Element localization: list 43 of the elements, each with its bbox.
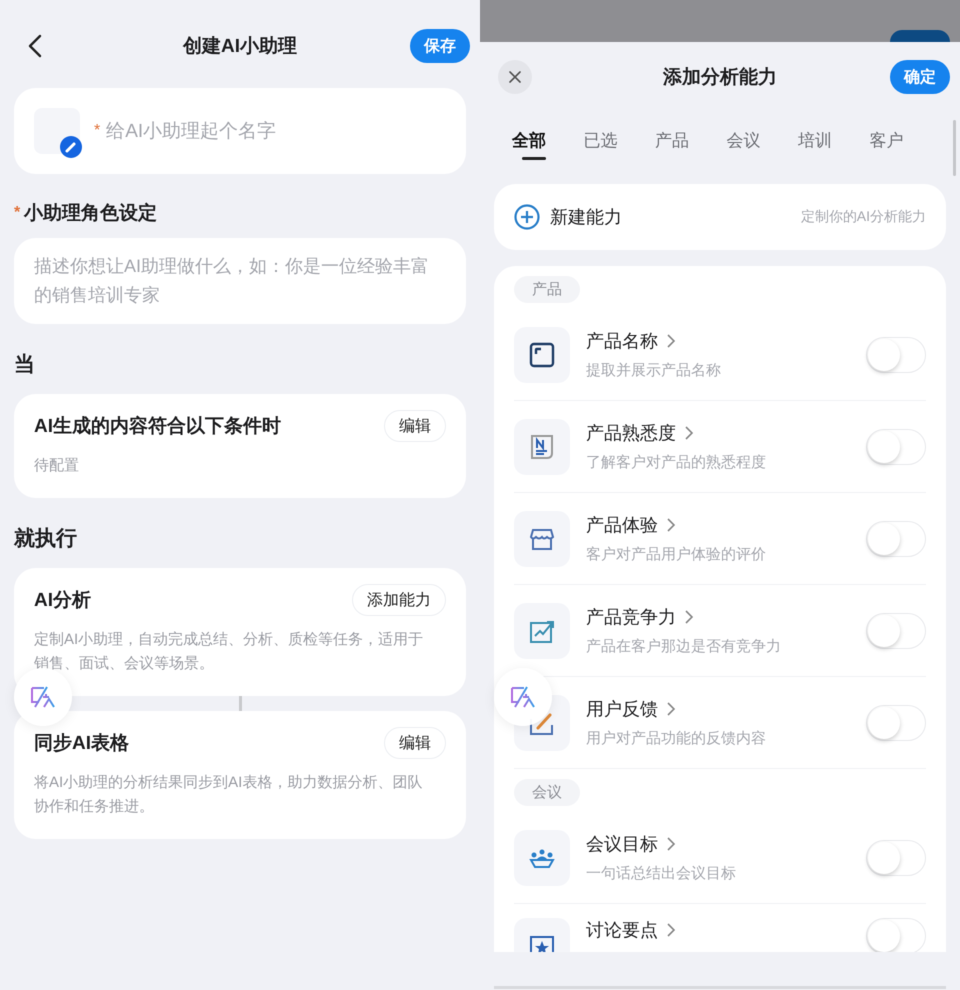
ability-description: 提取并展示产品名称 (586, 361, 721, 380)
card-title: 同步AI表格 (34, 732, 129, 756)
new-ability-hint: 定制你的AI分析能力 (800, 208, 926, 226)
name-placeholder: 给AI小助理起个名字 (106, 120, 276, 144)
category-tab[interactable]: 培训 (786, 120, 858, 160)
ability-description: 用户对产品功能的反馈内容 (586, 729, 766, 748)
card-button[interactable]: 编辑 (384, 727, 446, 759)
ability-description: 了解客户对产品的熟悉程度 (586, 453, 766, 472)
card-description: 待配置 (34, 456, 80, 476)
card-description: 将AI小助理的分析结果同步到AI表格，助力数据分析、团队协作和任务推进。 (34, 773, 424, 817)
sheet-title: 添加分析能力 (663, 66, 777, 90)
group-label: 会议 (514, 779, 580, 806)
new-ability-label: 新建能力 (550, 206, 622, 229)
card-button[interactable]: 添加能力 (352, 584, 446, 616)
ability-description: 一句话总结出会议目标 (586, 864, 736, 883)
category-tab[interactable]: 全部 (500, 120, 572, 160)
category-tab[interactable]: 已选 (572, 120, 643, 160)
section-heading: 就执行 (14, 526, 78, 552)
section-heading: 当 (14, 352, 36, 378)
new-ability-button[interactable]: 新建能力 定制你的AI分析能力 (494, 184, 946, 250)
ability-title[interactable]: 会议目标 (586, 832, 658, 856)
field-label: 小助理角色设定 (24, 202, 158, 226)
category-tab[interactable]: 产品 (643, 120, 714, 160)
ability-title[interactable]: 产品熟悉度 (586, 421, 676, 445)
required-mark: * (14, 204, 20, 222)
ability-title[interactable]: 产品竞争力 (586, 605, 676, 629)
ability-title[interactable]: 产品名称 (586, 329, 658, 353)
card-button[interactable]: 编辑 (384, 410, 446, 442)
role-input[interactable]: 描述你想让AI助理做什么，如：你是一位经验丰富的销售培训专家 (14, 238, 466, 324)
ability-description: 客户对产品用户体验的评价 (586, 545, 766, 564)
ability-title[interactable]: 产品体验 (586, 513, 658, 537)
required-mark: * (94, 122, 100, 140)
ability-title[interactable]: 讨论要点 (586, 918, 658, 942)
category-tab[interactable]: 客户 (858, 120, 929, 160)
page-title: 创建AI小助理 (183, 35, 297, 59)
category-tab[interactable]: 会议 (714, 120, 786, 160)
card-title: AI分析 (34, 589, 91, 613)
group-label: 产品 (514, 276, 580, 303)
card-title: AI生成的内容符合以下条件时 (34, 414, 281, 439)
ability-title[interactable]: 用户反馈 (586, 697, 658, 721)
confirm-button[interactable]: 确定 (890, 60, 950, 94)
save-button[interactable]: 保存 (410, 29, 470, 63)
ability-description: 产品在客户那边是否有竞争力 (586, 637, 781, 656)
